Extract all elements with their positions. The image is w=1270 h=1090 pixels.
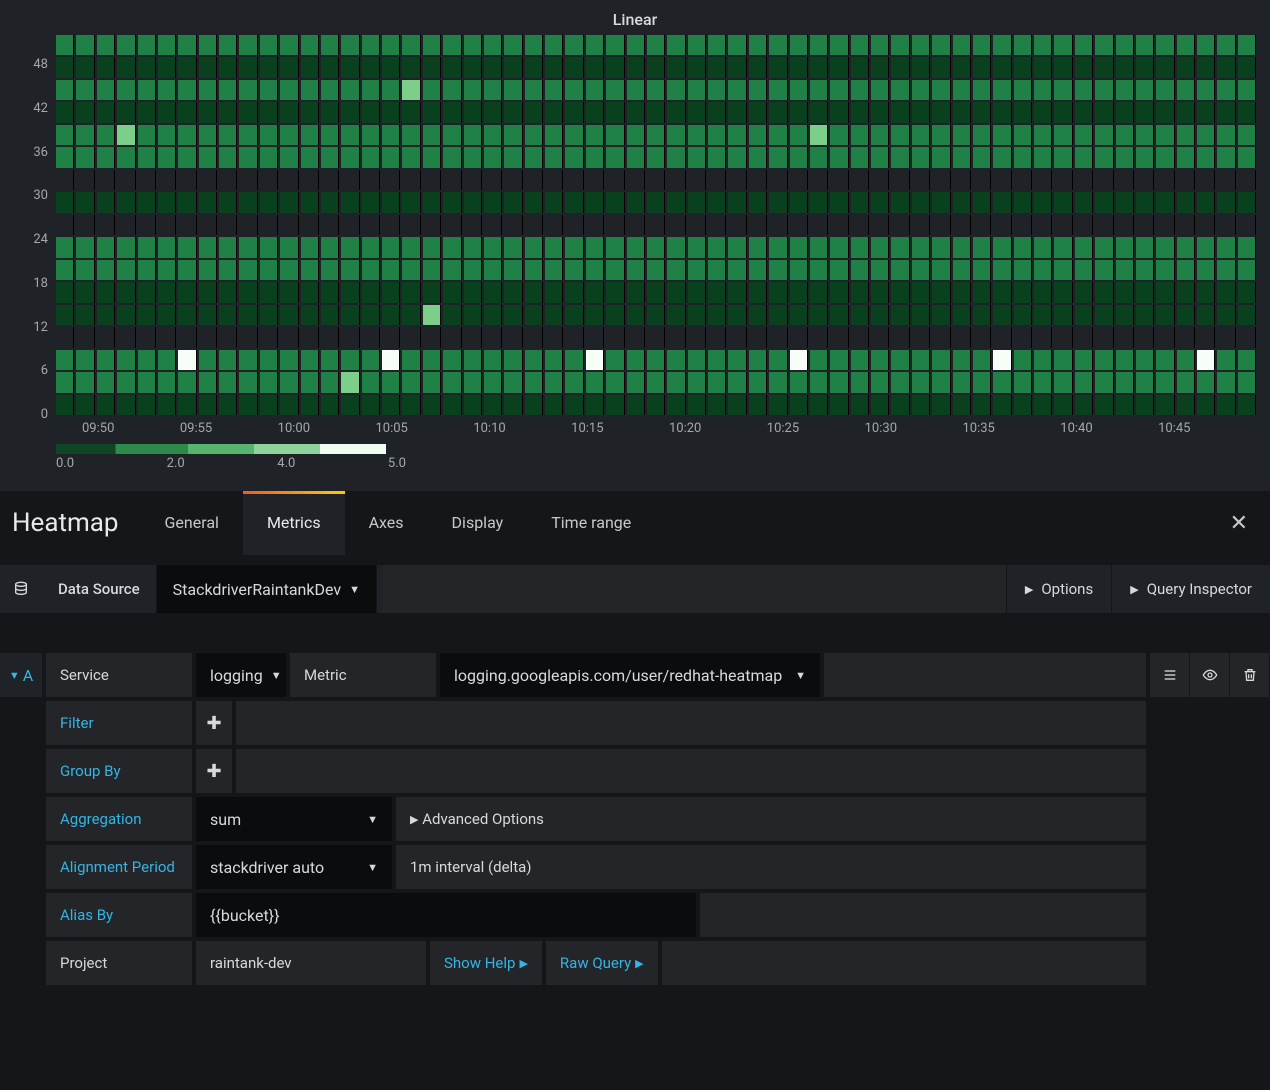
caret-down-icon: ▼ [349,583,360,596]
query-row: ▼ A Service logging ▼ Metric logging.goo… [0,653,1270,985]
groupby-area[interactable] [236,749,1146,793]
editor-title: Heatmap [0,508,141,538]
query-inspector-label: Query Inspector [1147,580,1252,598]
tab-timerange[interactable]: Time range [527,491,655,555]
alignment-period-label: Alignment Period [46,845,192,889]
caret-down-icon: ▼ [367,861,378,874]
advanced-options-button[interactable]: ▶ Advanced Options [396,797,1146,841]
advanced-options-label: Advanced Options [422,810,544,828]
raw-query-button[interactable]: Raw Query ▶ [546,941,658,985]
caret-down-icon: ▼ [9,669,20,682]
query-letter: A [23,666,33,685]
aggregation-value: sum [210,810,241,829]
heatmap-grid[interactable] [56,35,1256,415]
panel-title: Linear [14,10,1256,35]
metric-picker[interactable]: logging.googleapis.com/user/redhat-heatm… [440,653,820,697]
alignment-note: 1m interval (delta) [396,845,1146,889]
alias-value: {{bucket}} [210,906,280,925]
datasource-row: Data Source StackdriverRaintankDev ▼ ▶ O… [0,565,1270,613]
service-picker[interactable]: logging ▼ [196,653,286,697]
add-filter-button[interactable]: ✚ [196,701,232,745]
query-tools [1150,653,1270,985]
heatmap-legend-ticks: 0.02.04.05.0 [56,456,406,471]
filter-label: Filter [46,701,192,745]
project-label: Project [46,941,192,985]
add-groupby-button[interactable]: ✚ [196,749,232,793]
caret-right-icon: ▶ [1130,583,1138,596]
caret-down-icon: ▼ [367,813,378,826]
close-icon[interactable]: ✕ [1208,511,1270,536]
alias-input[interactable]: {{bucket}} [196,893,696,937]
tab-display[interactable]: Display [428,491,528,555]
heatmap-panel: Linear 4842363024181260 09:5009:5510:001… [0,0,1270,491]
alias-label: Alias By [46,893,192,937]
y-axis: 4842363024181260 [14,35,56,415]
query-toggle[interactable]: ▼ A [0,653,42,697]
alignment-period-picker[interactable]: stackdriver auto ▼ [196,845,392,889]
datasource-icon [0,565,42,613]
metric-value: logging.googleapis.com/user/redhat-heatm… [454,666,782,685]
groupby-label: Group By [46,749,192,793]
datasource-value: StackdriverRaintankDev [173,580,341,599]
project-value: raintank-dev [196,941,426,985]
datasource-label: Data Source [42,565,156,613]
options-label: Options [1041,580,1093,598]
alignment-period-value: stackdriver auto [210,858,324,877]
tab-axes[interactable]: Axes [345,491,428,555]
tab-general[interactable]: General [141,491,243,555]
editor-tabbar: Heatmap General Metrics Axes Display Tim… [0,491,1270,555]
aggregation-picker[interactable]: sum ▼ [196,797,392,841]
menu-icon[interactable] [1150,653,1190,697]
tab-metrics[interactable]: Metrics [243,491,345,555]
heatmap-legend-gradient [56,444,386,454]
service-label: Service [46,653,192,697]
caret-down-icon: ▼ [271,669,282,682]
show-help-button[interactable]: Show Help ▶ [430,941,542,985]
raw-query-label: Raw Query [560,954,631,972]
eye-icon[interactable] [1190,653,1230,697]
caret-right-icon: ▶ [635,957,643,970]
caret-right-icon: ▶ [410,813,418,826]
caret-down-icon: ▼ [795,669,806,682]
filter-area[interactable] [236,701,1146,745]
options-button[interactable]: ▶ Options [1006,565,1111,613]
query-inspector-button[interactable]: ▶ Query Inspector [1111,565,1270,613]
trash-icon[interactable] [1230,653,1270,697]
service-value: logging [210,666,263,685]
metric-label: Metric [290,653,436,697]
show-help-label: Show Help [444,954,515,972]
datasource-picker[interactable]: StackdriverRaintankDev ▼ [156,565,377,613]
aggregation-label: Aggregation [46,797,192,841]
caret-right-icon: ▶ [519,957,527,970]
caret-right-icon: ▶ [1025,583,1033,596]
x-axis: 09:5009:5510:0010:0510:1010:1510:2010:25… [56,421,1256,436]
